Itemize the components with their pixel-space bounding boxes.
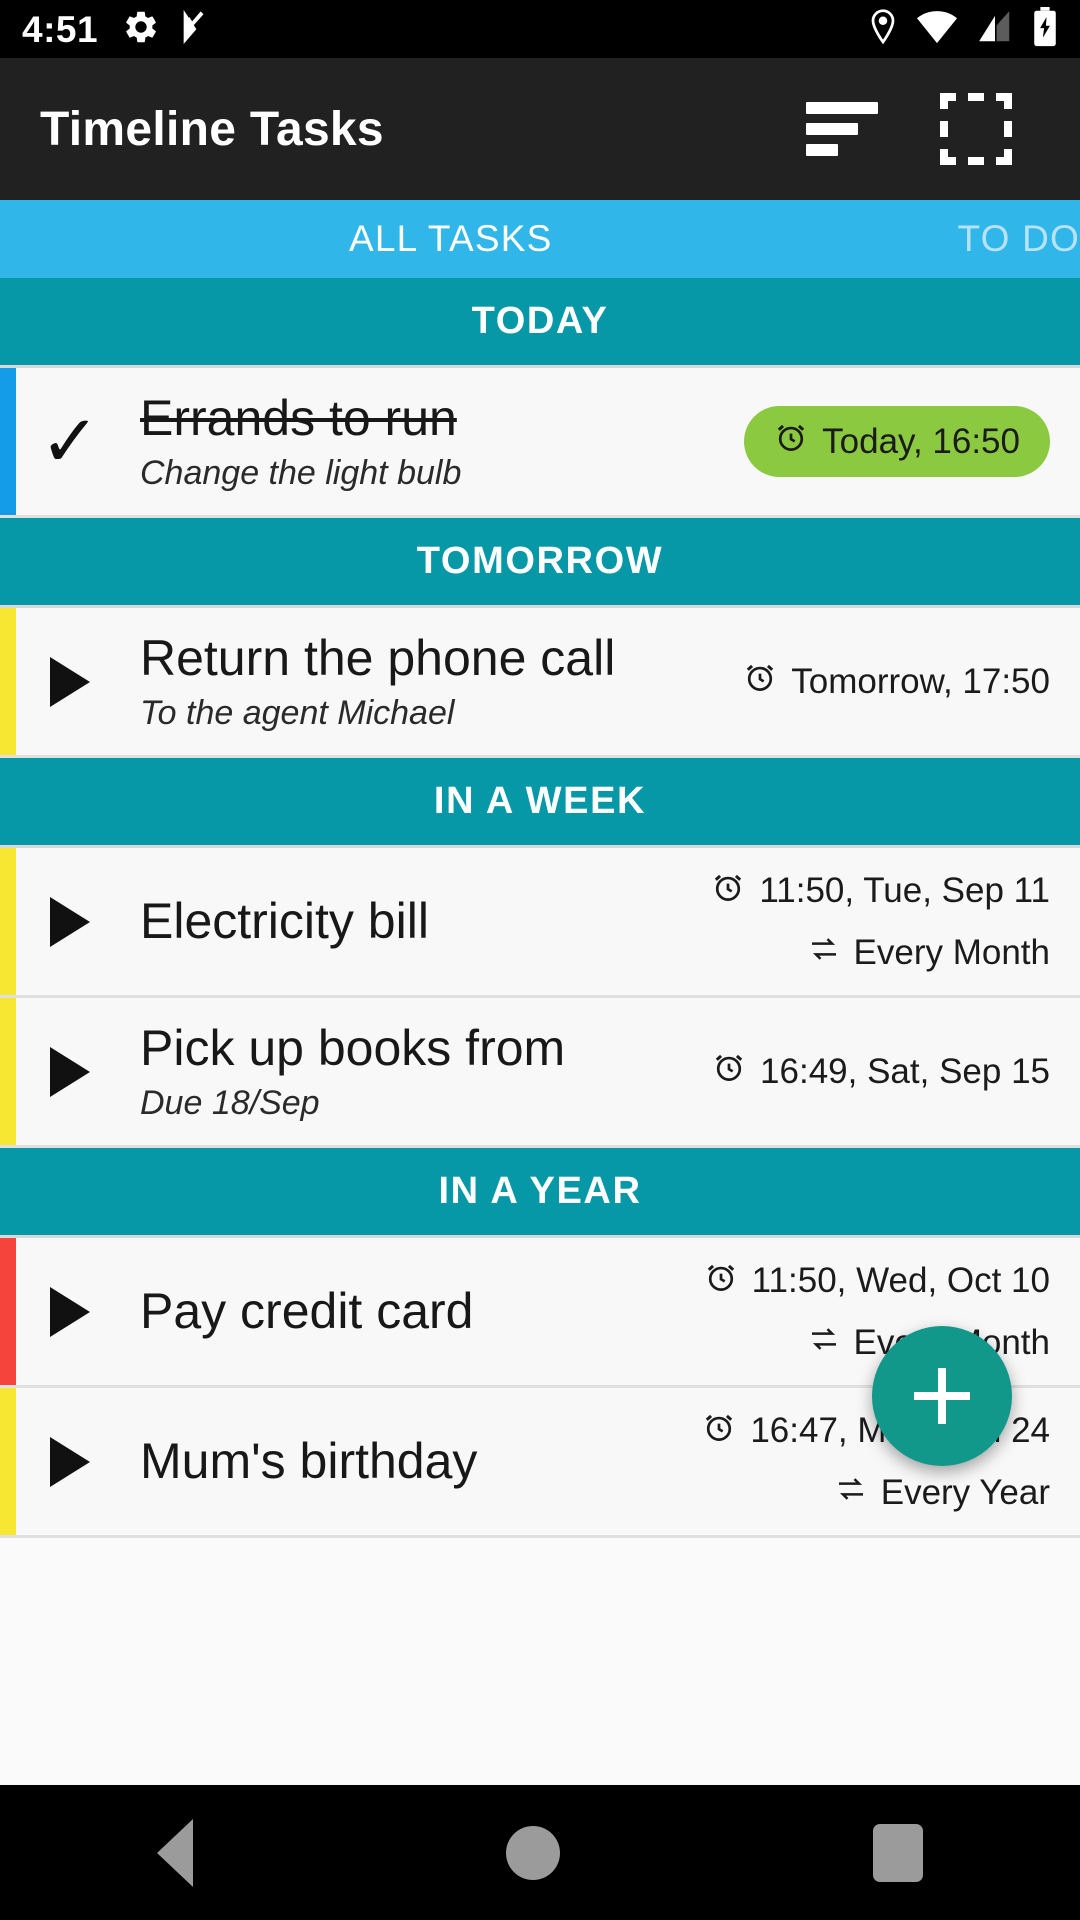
tab-all-tasks[interactable]: ALL TASKS (0, 218, 902, 260)
task-subtitle: Change the light bulb (140, 453, 462, 492)
status-bar-system-icons (868, 6, 1058, 52)
location-pin-icon (868, 8, 898, 51)
section-header-tomorrow: TOMORROW (0, 518, 1080, 608)
section-header-today: TODAY (0, 278, 1080, 368)
priority-stripe (0, 608, 16, 755)
play-arrow-icon (50, 1286, 90, 1337)
task-text: Mum's birthday (140, 1433, 702, 1491)
phone-screen: 4:51 Timeline Tasks ALL TASKS TO DO TODA… (0, 0, 1080, 1920)
priority-stripe (0, 1238, 16, 1385)
due-date: Tomorrow, 17:50 (743, 660, 1050, 703)
task-title: Mum's birthday (140, 1432, 478, 1489)
app-bar-actions (806, 93, 1040, 165)
priority-stripe (0, 998, 16, 1145)
task-meta: Tomorrow, 17:50 (743, 660, 1050, 703)
play-arrow-icon (50, 656, 90, 707)
alarm-clock-icon (711, 870, 745, 913)
status-bar-notification-icons (122, 8, 212, 51)
task-complete-toggle[interactable] (0, 656, 140, 707)
system-navigation-bar (0, 1785, 1080, 1920)
alarm-clock-icon (702, 1410, 736, 1453)
priority-stripe (0, 368, 16, 515)
task-complete-toggle[interactable]: ✓ (0, 406, 140, 478)
due-date-text: 11:50, Wed, Oct 10 (751, 1261, 1050, 1300)
task-text: Return the phone call To the agent Micha… (140, 630, 743, 733)
nav-back-button[interactable] (156, 1818, 193, 1887)
play-arrow-icon (50, 1046, 90, 1097)
checkmark-icon: ✓ (39, 401, 101, 482)
task-subtitle: Due 18/Sep (140, 1083, 320, 1122)
dashed-square-select-icon (940, 93, 1012, 165)
cellular-signal-icon (976, 8, 1014, 51)
task-title: Pick up books from (140, 1020, 566, 1077)
task-complete-toggle[interactable] (0, 1286, 140, 1337)
task-text: Errands to run Change the light bulb (140, 390, 744, 493)
repeat-icon (835, 1473, 867, 1514)
status-bar-clock: 4:51 (22, 8, 99, 50)
task-row[interactable]: Return the phone call To the agent Micha… (0, 608, 1080, 758)
task-title: Pay credit card (140, 1282, 474, 1339)
page-title: Timeline Tasks (40, 102, 384, 156)
task-text: Electricity bill (140, 893, 711, 951)
due-date-text: Today, 16:50 (822, 421, 1020, 461)
repeat-icon (808, 1323, 840, 1364)
alarm-clock-icon (743, 660, 777, 703)
task-meta: 11:50, Tue, Sep 11 Every Month (711, 870, 1050, 974)
battery-charging-icon (1032, 6, 1058, 52)
gear-icon (122, 8, 160, 51)
repeat-icon (808, 933, 840, 974)
due-date: 11:50, Wed, Oct 10 (704, 1260, 1050, 1303)
plus-icon-vertical (938, 1368, 946, 1424)
task-text: Pay credit card (140, 1283, 704, 1341)
repeat-text: Every Month (853, 933, 1050, 972)
task-row[interactable]: Pick up books from Due 18/Sep 16:49, Sat… (0, 998, 1080, 1148)
task-meta: 16:49, Sat, Sep 15 (712, 1050, 1050, 1093)
task-meta: Today, 16:50 (744, 406, 1050, 477)
play-arrow-icon (50, 1436, 90, 1487)
due-date: 16:49, Sat, Sep 15 (712, 1050, 1050, 1093)
task-complete-toggle[interactable] (0, 896, 140, 947)
select-mode-button[interactable] (940, 93, 1012, 165)
sort-button[interactable] (806, 101, 878, 157)
nav-recents-button[interactable] (873, 1823, 924, 1882)
task-row[interactable]: Electricity bill 11:50, Tue, Sep 11 Ever… (0, 848, 1080, 998)
repeat-text: Every Year (880, 1473, 1050, 1512)
task-text: Pick up books from Due 18/Sep (140, 1020, 712, 1123)
checkmark-flag-icon (178, 8, 212, 51)
priority-stripe (0, 848, 16, 995)
app-bar: Timeline Tasks (0, 58, 1080, 200)
sort-icon (806, 101, 878, 157)
task-title: Electricity bill (140, 892, 429, 949)
alarm-clock-icon (774, 420, 808, 463)
wifi-icon (916, 8, 958, 51)
status-bar: 4:51 (0, 0, 1080, 58)
tab-bar: ALL TASKS TO DO (0, 200, 1080, 278)
alarm-clock-icon (704, 1260, 738, 1303)
alarm-clock-icon (712, 1050, 746, 1093)
task-complete-toggle[interactable] (0, 1436, 140, 1487)
due-date-badge: Today, 16:50 (744, 406, 1050, 477)
section-header-in-a-week: IN A WEEK (0, 758, 1080, 848)
due-date: 11:50, Tue, Sep 11 (711, 870, 1050, 913)
due-date-text: Tomorrow, 17:50 (791, 661, 1050, 701)
section-header-in-a-year: IN A YEAR (0, 1148, 1080, 1238)
repeat-info: Every Month (808, 933, 1050, 974)
task-title: Return the phone call (140, 630, 616, 687)
due-date-text: 11:50, Tue, Sep 11 (759, 871, 1050, 910)
nav-home-button[interactable] (505, 1825, 560, 1880)
play-arrow-icon (50, 896, 90, 947)
repeat-info: Every Year (835, 1473, 1050, 1514)
priority-stripe (0, 1388, 16, 1535)
due-date-text: 16:49, Sat, Sep 15 (760, 1051, 1050, 1091)
add-task-button[interactable] (872, 1326, 1012, 1466)
task-title: Errands to run (140, 390, 457, 447)
task-subtitle: To the agent Michael (140, 693, 455, 732)
task-complete-toggle[interactable] (0, 1046, 140, 1097)
task-meta: 11:50, Wed, Oct 10 Every Month (704, 1260, 1050, 1364)
tab-to-do[interactable]: TO DO (958, 218, 1080, 260)
task-row[interactable]: ✓ Errands to run Change the light bulb T… (0, 368, 1080, 518)
